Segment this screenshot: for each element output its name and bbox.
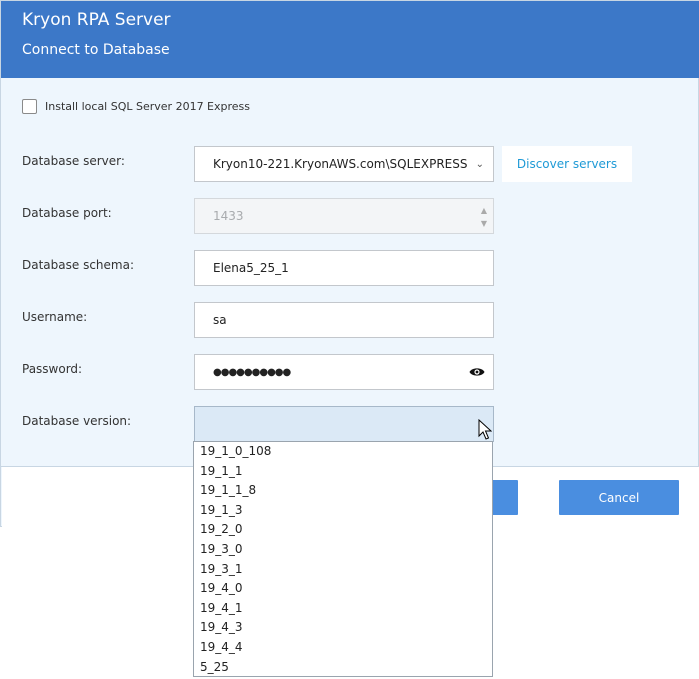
discover-servers-button[interactable]: Discover servers — [502, 146, 632, 182]
version-option[interactable]: 19_1_1 — [194, 462, 492, 482]
mouse-cursor-icon — [478, 419, 492, 440]
database-server-value: Kryon10-221.KryonAWS.com\SQLEXPRESS — [213, 157, 468, 171]
install-sql-label: Install local SQL Server 2017 Express — [45, 100, 251, 113]
chevron-down-icon: ⌄ — [475, 159, 484, 170]
password-value: ●●●●●●●●●● — [213, 366, 291, 378]
version-option[interactable]: 19_4_1 — [194, 599, 492, 619]
version-option[interactable]: 19_4_4 — [194, 638, 492, 658]
password-label: Password: — [22, 362, 83, 376]
version-option[interactable]: 19_2_0 — [194, 520, 492, 540]
password-input[interactable]: ●●●●●●●●●● — [194, 354, 494, 390]
ok-button[interactable] — [492, 480, 518, 515]
database-schema-label: Database schema: — [22, 258, 134, 272]
database-server-select[interactable]: Kryon10-221.KryonAWS.com\SQLEXPRESS ⌄ — [194, 146, 494, 182]
cancel-button[interactable]: Cancel — [559, 480, 679, 515]
database-version-dropdown-list: 19_1_0_108 19_1_1 19_1_1_8 19_1_3 19_2_0 19_3… — [193, 441, 493, 677]
database-version-label: Database version: — [22, 414, 132, 428]
version-option[interactable]: 19_1_1_8 — [194, 481, 492, 501]
database-port-value: 1433 — [213, 209, 244, 223]
username-input[interactable]: sa — [194, 302, 494, 338]
database-server-label: Database server: — [22, 154, 125, 168]
install-sql-checkbox[interactable] — [22, 99, 37, 114]
database-version-select[interactable] — [194, 406, 494, 442]
version-option[interactable]: 19_3_1 — [194, 560, 492, 580]
app-title: Kryon RPA Server — [22, 10, 171, 30]
version-option[interactable]: 19_1_0_108 — [194, 442, 492, 462]
username-value: sa — [213, 313, 227, 327]
dialog-header: Kryon RPA Server Connect to Database — [1, 1, 699, 78]
version-option[interactable]: 19_1_3 — [194, 501, 492, 521]
database-port-input[interactable]: 1433 ▲ ▼ — [194, 198, 494, 234]
version-option[interactable]: 19_4_3 — [194, 618, 492, 638]
version-option[interactable]: 19_4_0 — [194, 579, 492, 599]
database-schema-input[interactable]: Elena5_25_1 — [194, 250, 494, 286]
version-option[interactable]: 19_3_0 — [194, 540, 492, 560]
version-option[interactable]: 5_25 — [194, 658, 492, 678]
port-stepper-icon: ▲ ▼ — [480, 206, 487, 228]
database-port-label: Database port: — [22, 206, 112, 220]
username-label: Username: — [22, 310, 88, 324]
eye-icon[interactable] — [469, 366, 485, 378]
dialog-subtitle: Connect to Database — [22, 42, 170, 58]
database-schema-value: Elena5_25_1 — [213, 261, 289, 275]
